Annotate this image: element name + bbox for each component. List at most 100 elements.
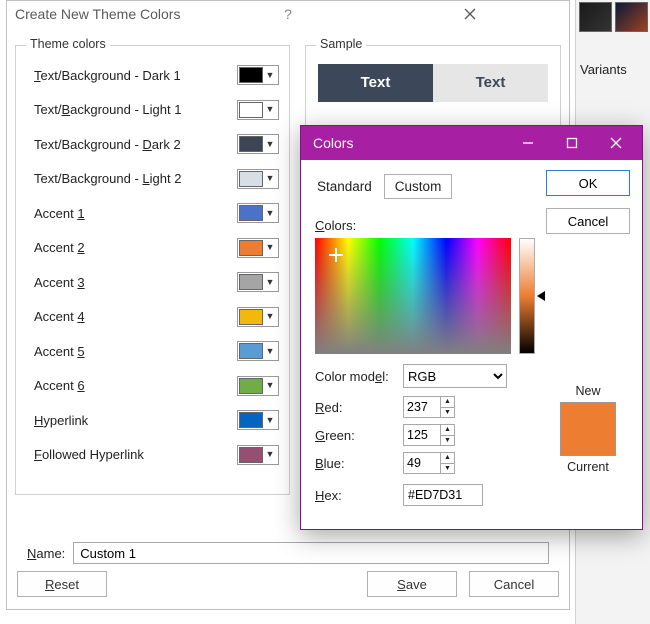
spectrum-cursor xyxy=(331,250,341,260)
color-swatch xyxy=(239,136,263,152)
red-step-up[interactable]: ▲ xyxy=(440,397,454,408)
luminosity-bar[interactable] xyxy=(519,238,535,354)
theme-color-swatch-button[interactable]: ▼ xyxy=(237,341,279,361)
color-swatch xyxy=(239,205,263,221)
cancel-button[interactable]: Cancel xyxy=(546,208,630,234)
red-label: Red: xyxy=(315,400,397,415)
theme-color-label: Text/Background - Light 2 xyxy=(34,171,237,186)
theme-color-row: Accent 5 ▼ xyxy=(34,340,279,362)
variant-thumb[interactable] xyxy=(579,2,612,32)
reset-button[interactable]: Reset xyxy=(17,571,107,597)
theme-color-label: Accent 2 xyxy=(34,240,237,255)
color-swatch xyxy=(239,343,263,359)
color-swatch xyxy=(239,274,263,290)
chevron-down-icon: ▼ xyxy=(263,312,277,321)
chevron-down-icon: ▼ xyxy=(263,105,277,114)
green-step-up[interactable]: ▲ xyxy=(440,425,454,436)
chevron-down-icon: ▼ xyxy=(263,347,277,356)
color-model-select[interactable]: RGB xyxy=(403,364,507,388)
blue-spinner[interactable]: ▲▼ xyxy=(403,452,455,474)
theme-color-swatch-button[interactable]: ▼ xyxy=(237,169,279,189)
theme-color-swatch-button[interactable]: ▼ xyxy=(237,134,279,154)
save-button[interactable]: Save xyxy=(367,571,457,597)
cancel-button[interactable]: Cancel xyxy=(469,571,559,597)
dialog-title: Create New Theme Colors xyxy=(15,6,197,22)
maximize-button[interactable] xyxy=(550,128,594,158)
new-current-preview: New Current xyxy=(546,384,630,474)
green-label: Green: xyxy=(315,428,397,443)
tab-standard[interactable]: Standard xyxy=(313,175,376,198)
sample-light: Text xyxy=(433,64,548,102)
theme-color-row: Text/Background - Light 2 ▼ xyxy=(34,168,279,190)
red-input[interactable] xyxy=(404,397,440,417)
hex-input[interactable] xyxy=(403,484,483,506)
theme-color-label: Accent 4 xyxy=(34,309,237,324)
chevron-down-icon: ▼ xyxy=(263,140,277,149)
blue-label: Blue: xyxy=(315,456,397,471)
color-swatch xyxy=(239,447,263,463)
chevron-down-icon: ▼ xyxy=(263,278,277,287)
green-input[interactable] xyxy=(404,425,440,445)
theme-color-row: Accent 3▼ xyxy=(34,271,279,293)
chevron-down-icon: ▼ xyxy=(263,71,277,80)
chevron-down-icon: ▼ xyxy=(263,243,277,252)
current-label: Current xyxy=(567,460,609,474)
theme-color-row: Followed Hyperlink ▼ xyxy=(34,444,279,466)
maximize-icon xyxy=(566,137,578,149)
theme-color-swatch-button[interactable]: ▼ xyxy=(237,376,279,396)
blue-step-up[interactable]: ▲ xyxy=(440,453,454,464)
theme-color-swatch-button[interactable]: ▼ xyxy=(237,307,279,327)
tab-custom[interactable]: Custom xyxy=(384,174,453,199)
theme-color-label: Accent 1 xyxy=(34,206,237,221)
theme-color-label: Followed Hyperlink xyxy=(34,447,237,462)
theme-colors-group: Theme colors Text/Background - Dark 1▼Te… xyxy=(15,45,290,495)
ok-button[interactable]: OK xyxy=(546,170,630,196)
theme-color-swatch-button[interactable]: ▼ xyxy=(237,203,279,223)
theme-color-swatch-button[interactable]: ▼ xyxy=(237,65,279,85)
theme-color-swatch-button[interactable]: ▼ xyxy=(237,100,279,120)
theme-color-row: Text/Background - Dark 1 ▼ xyxy=(34,64,279,86)
blue-step-down[interactable]: ▼ xyxy=(440,464,454,474)
theme-color-swatch-button[interactable]: ▼ xyxy=(237,238,279,258)
chevron-down-icon: ▼ xyxy=(263,174,277,183)
close-icon xyxy=(610,137,622,149)
blue-input[interactable] xyxy=(404,453,440,473)
color-swatch xyxy=(239,171,263,187)
red-step-down[interactable]: ▼ xyxy=(440,408,454,418)
sample-legend: Sample xyxy=(316,37,366,51)
minimize-button[interactable] xyxy=(506,128,550,158)
color-swatch xyxy=(239,67,263,83)
theme-color-swatch-button[interactable]: ▼ xyxy=(237,272,279,292)
theme-color-row: Hyperlink▼ xyxy=(34,409,279,431)
new-label: New xyxy=(575,384,600,398)
colors-dialog-titlebar[interactable]: Colors xyxy=(301,126,642,160)
theme-color-row: Text/Background - Light 1▼ xyxy=(34,99,279,121)
theme-name-input[interactable] xyxy=(73,542,549,564)
theme-color-row: Accent 6▼ xyxy=(34,375,279,397)
green-step-down[interactable]: ▼ xyxy=(440,436,454,446)
color-swatch xyxy=(239,102,263,118)
color-swatch xyxy=(239,412,263,428)
green-spinner[interactable]: ▲▼ xyxy=(403,424,455,446)
dialog-titlebar: Create New Theme Colors ? xyxy=(7,1,569,25)
sample-dark: Text xyxy=(318,64,433,102)
theme-color-label: Hyperlink xyxy=(34,413,237,428)
chevron-down-icon: ▼ xyxy=(263,209,277,218)
variant-thumb[interactable] xyxy=(615,2,648,32)
close-button[interactable] xyxy=(379,8,561,20)
theme-color-swatch-button[interactable]: ▼ xyxy=(237,410,279,430)
color-spectrum[interactable] xyxy=(315,238,511,354)
theme-color-label: Text/Background - Dark 1 xyxy=(34,68,237,83)
name-label: Name: xyxy=(27,546,65,561)
chevron-down-icon: ▼ xyxy=(263,450,277,459)
help-button[interactable]: ? xyxy=(197,6,379,22)
close-icon xyxy=(464,8,476,20)
color-swatch xyxy=(239,240,263,256)
luminosity-arrow[interactable] xyxy=(537,291,545,301)
close-button[interactable] xyxy=(594,128,638,158)
theme-color-row: Accent 2 ▼ xyxy=(34,237,279,259)
theme-color-row: Accent 4 ▼ xyxy=(34,306,279,328)
theme-color-swatch-button[interactable]: ▼ xyxy=(237,445,279,465)
red-spinner[interactable]: ▲▼ xyxy=(403,396,455,418)
theme-color-label: Accent 5 xyxy=(34,344,237,359)
